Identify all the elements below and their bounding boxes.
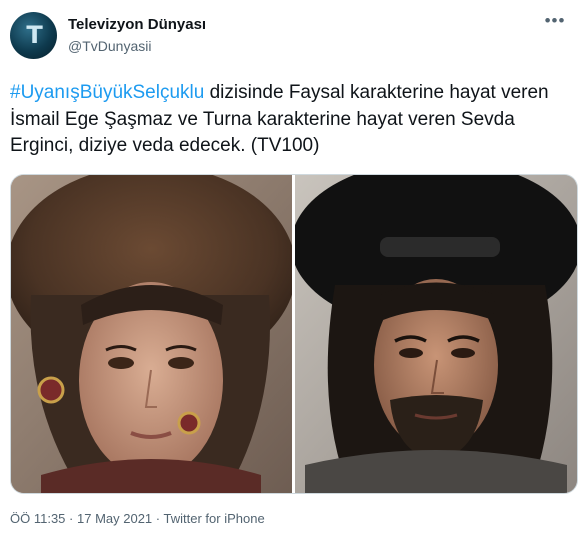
tweet-time[interactable]: ÖÖ 11:35 xyxy=(10,511,65,526)
photo-turna[interactable] xyxy=(11,175,292,493)
author-display-name[interactable]: Televizyon Dünyası xyxy=(68,16,206,33)
author-avatar[interactable]: T xyxy=(10,12,57,59)
photo-faysal-image xyxy=(295,175,577,493)
meta-separator: · xyxy=(155,511,161,526)
photo-faysal[interactable] xyxy=(295,175,577,493)
author-handle[interactable]: @TvDunyasii xyxy=(68,38,151,54)
tweet-header: T Televizyon Dünyası @TvDunyasii ••• xyxy=(10,12,576,62)
meta-separator: · xyxy=(69,511,74,526)
tweet-source[interactable]: Twitter for iPhone xyxy=(164,511,265,526)
tweet-text: #UyanışBüyükSelçuklu dizisinde Faysal ka… xyxy=(10,80,576,160)
more-horizontal-icon[interactable]: ••• xyxy=(542,12,568,32)
hashtag-link[interactable]: #UyanışBüyükSelçuklu xyxy=(10,82,204,103)
media-grid xyxy=(10,174,578,494)
avatar-logo-glyph: T xyxy=(26,21,42,49)
tweet-metadata: ÖÖ 11:35 · 17 May 2021 · Twitter for iPh… xyxy=(10,511,265,526)
tweet-date[interactable]: 17 May 2021 xyxy=(77,511,152,526)
photo-turna-image xyxy=(11,175,292,493)
